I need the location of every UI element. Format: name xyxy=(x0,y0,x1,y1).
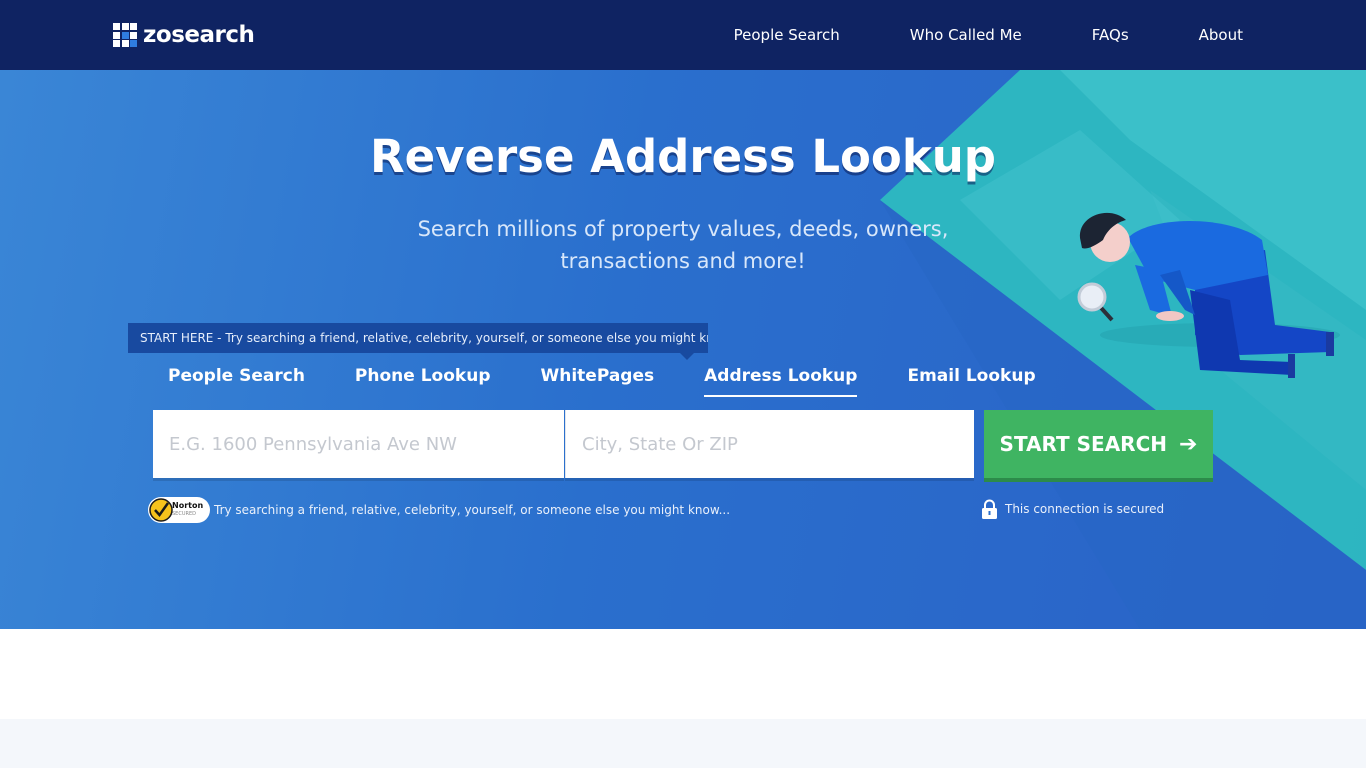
nav-link-about[interactable]: About xyxy=(1199,26,1243,44)
tab-address-lookup[interactable]: Address Lookup xyxy=(704,366,858,397)
start-here-hint: START HERE - Try searching a friend, rel… xyxy=(128,323,708,353)
grid-logo-icon xyxy=(113,23,137,47)
address-input[interactable] xyxy=(153,410,564,478)
arrow-right-icon: ➔ xyxy=(1179,431,1198,457)
norton-row: Norton SECURED Try searching a friend, r… xyxy=(148,497,730,523)
secure-connection: This connection is secured xyxy=(981,499,1164,519)
start-search-label: START SEARCH xyxy=(999,432,1167,456)
footer-band xyxy=(0,719,1366,768)
nav-links: People Search Who Called Me FAQs About xyxy=(664,0,1243,70)
top-navbar: zosearch People Search Who Called Me FAQ… xyxy=(0,0,1366,70)
hero-section: Reverse Address Lookup Search millions o… xyxy=(0,70,1366,629)
start-search-button[interactable]: START SEARCH ➔ xyxy=(984,410,1213,478)
tab-whitepages[interactable]: WhitePages xyxy=(540,366,654,397)
nav-link-who-called-me[interactable]: Who Called Me xyxy=(910,26,1022,44)
city-state-zip-input[interactable] xyxy=(565,410,974,478)
secure-message: This connection is secured xyxy=(1005,502,1165,516)
brand-name: zosearch xyxy=(143,22,255,48)
search-tabs: People Search Phone Lookup WhitePages Ad… xyxy=(168,366,1086,397)
tab-phone-lookup[interactable]: Phone Lookup xyxy=(355,366,491,397)
content-band xyxy=(0,629,1366,719)
lock-icon xyxy=(982,499,997,519)
brand-logo[interactable]: zosearch xyxy=(113,22,255,48)
norton-sub: SECURED xyxy=(172,511,196,517)
tab-email-lookup[interactable]: Email Lookup xyxy=(907,366,1035,397)
nav-link-faqs[interactable]: FAQs xyxy=(1092,26,1129,44)
norton-text: Norton SECURED xyxy=(172,501,203,519)
page-title: Reverse Address Lookup xyxy=(369,130,997,183)
nav-link-people-search[interactable]: People Search xyxy=(734,26,840,44)
hero-subtitle: Search millions of property values, deed… xyxy=(417,217,949,273)
norton-check-icon xyxy=(149,498,173,522)
hint-pointer xyxy=(680,353,694,360)
norton-title: Norton xyxy=(172,501,204,510)
norton-badge: Norton SECURED xyxy=(148,497,210,523)
norton-message: Try searching a friend, relative, celebr… xyxy=(214,503,731,517)
tab-people-search[interactable]: People Search xyxy=(168,366,305,397)
